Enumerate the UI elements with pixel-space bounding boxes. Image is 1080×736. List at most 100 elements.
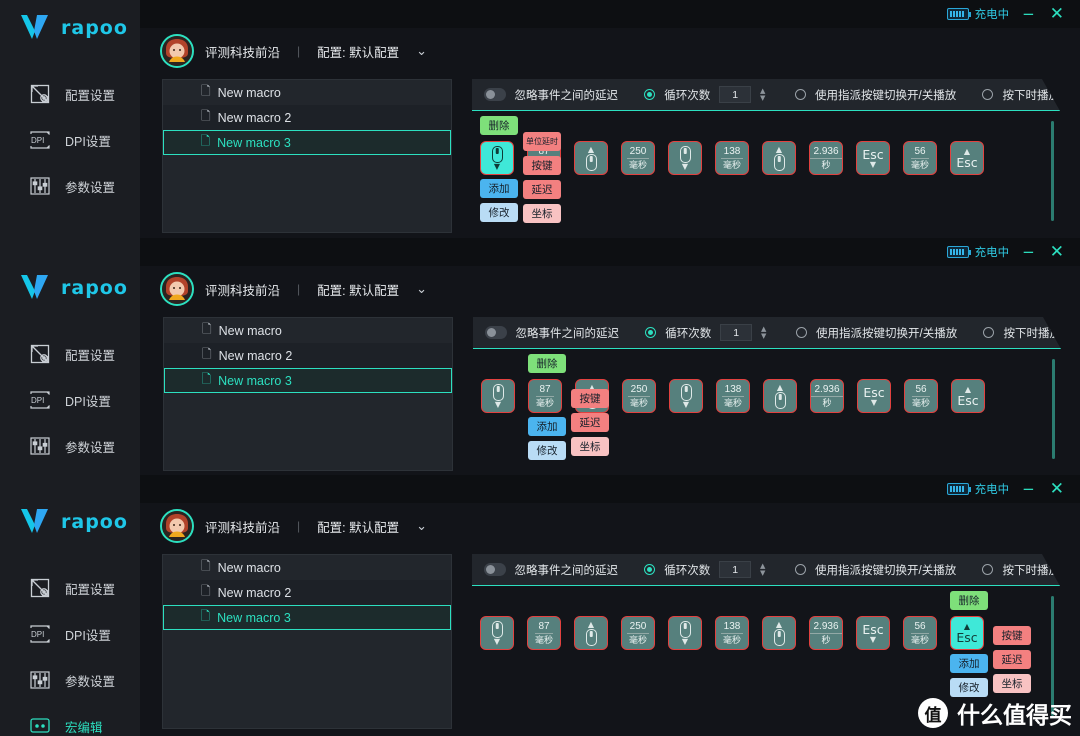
close-button[interactable]: ✕ (1048, 480, 1066, 498)
list-item-selected[interactable]: 🗋 New macro 3 (164, 368, 452, 393)
event-mouse-up[interactable]: ▲ (574, 616, 608, 650)
event-delay[interactable]: 2.936 秒 (809, 616, 843, 650)
event-delay[interactable]: 138 毫秒 (715, 616, 749, 650)
press-play-radio[interactable] (982, 564, 993, 575)
chevron-down-icon[interactable]: ⌄ (416, 44, 427, 59)
sidebar-item-parameter-settings[interactable]: 参数设置 (0, 657, 140, 703)
user-avatar[interactable] (160, 509, 194, 543)
sidebar-item-dpi-settings[interactable]: DPI DPI设置 (0, 611, 140, 657)
list-item-selected[interactable]: 🗋 New macro 3 (163, 605, 451, 630)
event-delay[interactable]: 2.936 秒 (809, 141, 843, 175)
list-item[interactable]: 🗋 New macro (163, 80, 451, 105)
event-key-up[interactable]: ▲ Esc (950, 141, 984, 175)
sidebar-item-dpi-settings[interactable]: DPI DPI设置 (0, 117, 140, 163)
event-mouse-up[interactable]: ▲ (762, 616, 796, 650)
ignore-delay-toggle[interactable] (484, 563, 506, 576)
event-mouse-down[interactable]: ▼ (669, 379, 703, 413)
event-delay[interactable]: 87毫秒 (527, 616, 561, 650)
ignore-delay-toggle[interactable] (484, 88, 506, 101)
toggle-play-radio[interactable] (796, 327, 807, 338)
list-item[interactable]: 🗋 New macro (163, 555, 451, 580)
context-menu-modify[interactable]: 修改 (528, 441, 566, 460)
toggle-play-radio[interactable] (795, 89, 806, 100)
context-menu-delete[interactable]: 删除 (480, 116, 518, 135)
press-play-radio[interactable] (983, 327, 994, 338)
event-delay[interactable]: 250 毫秒 (622, 379, 656, 413)
loop-count-input[interactable]: 1 (719, 561, 751, 578)
event-mouse-down[interactable]: ▼ (668, 616, 702, 650)
close-button[interactable]: ✕ (1048, 5, 1066, 23)
loop-count-stepper[interactable]: ▲ ▼ (760, 88, 765, 101)
sidebar-item-profile-settings[interactable]: 配置设置 (0, 331, 140, 377)
loop-count-stepper[interactable]: ▲ ▼ (761, 326, 766, 339)
close-button[interactable]: ✕ (1048, 243, 1066, 261)
vertical-scrollbar[interactable] (1052, 359, 1055, 459)
event-delay[interactable]: 56 毫秒 (904, 379, 938, 413)
event-key-down[interactable]: Esc ▼ (857, 379, 891, 413)
loop-count-input[interactable]: 1 (720, 324, 752, 341)
vertical-scrollbar[interactable] (1051, 121, 1054, 221)
sidebar-item-macro-edit[interactable]: 宏编辑 (0, 703, 140, 736)
sidebar-item-parameter-settings[interactable]: 参数设置 (0, 423, 140, 469)
event-delay[interactable]: 138 毫秒 (716, 379, 750, 413)
context-menu-coord[interactable]: 坐标 (571, 437, 609, 456)
context-menu-key[interactable]: 按键 (571, 389, 609, 408)
event-key-up[interactable]: ▲ Esc (951, 379, 985, 413)
context-menu-coord[interactable]: 坐标 (523, 204, 561, 223)
arrow-up-icon: ▲ (776, 382, 784, 392)
user-avatar[interactable] (160, 34, 194, 68)
sidebar-item-dpi-settings[interactable]: DPI DPI设置 (0, 377, 140, 423)
chevron-down-icon[interactable]: ⌄ (416, 282, 427, 297)
event-mouse-up[interactable]: ▲ (762, 141, 796, 175)
context-menu-delay[interactable]: 延迟 (993, 650, 1031, 669)
context-menu-delay[interactable]: 延迟 (571, 413, 609, 432)
context-menu-add[interactable]: 添加 (528, 417, 566, 436)
sidebar-item-parameter-settings[interactable]: 参数设置 (0, 163, 140, 209)
context-menu-coord[interactable]: 坐标 (993, 674, 1031, 693)
context-menu-key[interactable]: 按键 (523, 156, 561, 175)
context-menu-key[interactable]: 按键 (993, 626, 1031, 645)
context-menu-modify[interactable]: 修改 (480, 203, 518, 222)
event-delay[interactable]: 56 毫秒 (903, 141, 937, 175)
press-play-radio[interactable] (982, 89, 993, 100)
user-avatar[interactable] (160, 272, 194, 306)
event-delay[interactable]: 2.936 秒 (810, 379, 844, 413)
minimize-button[interactable]: − (1020, 6, 1037, 22)
loop-count-radio[interactable] (644, 564, 655, 575)
event-mouse-down[interactable]: ▼ (668, 141, 702, 175)
context-menu-add[interactable]: 添加 (950, 654, 988, 673)
event-key-down[interactable]: Esc ▼ (856, 141, 890, 175)
sidebar-item-label: DPI设置 (65, 628, 111, 643)
context-menu-unit-delay[interactable]: 单位延时 (523, 132, 561, 151)
event-mouse-down[interactable]: ▼ (480, 616, 514, 650)
sidebar-item-profile-settings[interactable]: 配置设置 (0, 71, 140, 117)
loop-count-radio[interactable] (644, 89, 655, 100)
minimize-button[interactable]: − (1020, 244, 1037, 260)
context-menu-delete[interactable]: 删除 (950, 591, 988, 610)
loop-count-stepper[interactable]: ▲ ▼ (760, 563, 765, 576)
toggle-play-radio[interactable] (795, 564, 806, 575)
event-mouse-up[interactable]: ▲ (763, 379, 797, 413)
event-mouse-down[interactable]: ▼ (481, 379, 515, 413)
list-item[interactable]: 🗋 New macro 2 (164, 343, 452, 368)
list-item[interactable]: 🗋 New macro 2 (163, 580, 451, 605)
event-delay[interactable]: 56 毫秒 (903, 616, 937, 650)
list-item-selected[interactable]: 🗋 New macro 3 (163, 130, 451, 155)
event-delay[interactable]: 138 毫秒 (715, 141, 749, 175)
list-item[interactable]: 🗋 New macro 2 (163, 105, 451, 130)
loop-count-input[interactable]: 1 (719, 86, 751, 103)
event-delay[interactable]: 250 毫秒 (621, 616, 655, 650)
loop-count-radio[interactable] (645, 327, 656, 338)
context-menu-delete[interactable]: 删除 (528, 354, 566, 373)
sidebar-item-profile-settings[interactable]: 配置设置 (0, 565, 140, 611)
context-menu-modify[interactable]: 修改 (950, 678, 988, 697)
chevron-down-icon[interactable]: ⌄ (416, 519, 427, 534)
event-key-down[interactable]: Esc ▼ (856, 616, 890, 650)
minimize-button[interactable]: − (1020, 481, 1037, 497)
context-menu-add[interactable]: 添加 (480, 179, 518, 198)
event-mouse-up[interactable]: ▲ (574, 141, 608, 175)
ignore-delay-toggle[interactable] (485, 326, 507, 339)
context-menu-delay[interactable]: 延迟 (523, 180, 561, 199)
event-delay[interactable]: 250 毫秒 (621, 141, 655, 175)
list-item[interactable]: 🗋 New macro (164, 318, 452, 343)
